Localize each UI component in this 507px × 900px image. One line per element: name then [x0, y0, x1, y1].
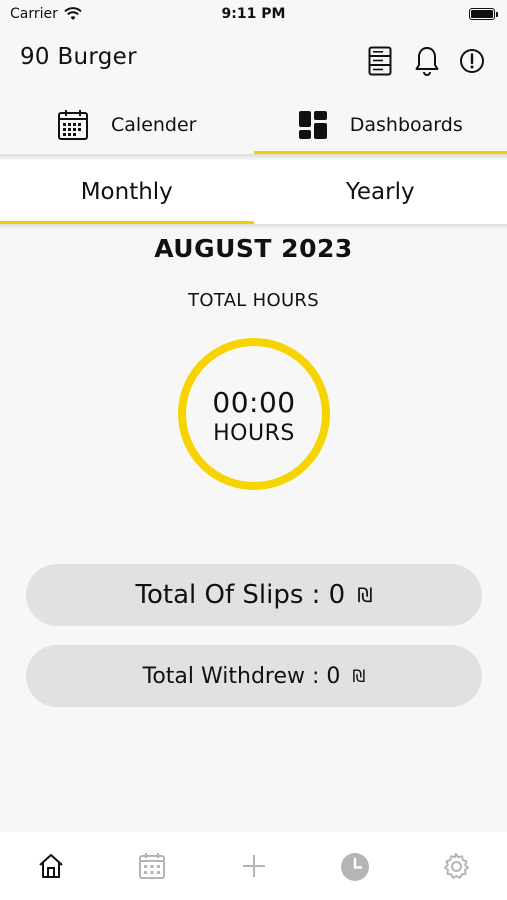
- nav-calendar[interactable]: [101, 832, 202, 900]
- battery-fill: [471, 10, 493, 18]
- hours-ring: 00:00 HOURS: [178, 338, 330, 490]
- tab-monthly[interactable]: Monthly: [0, 160, 254, 224]
- nav-settings[interactable]: [406, 832, 507, 900]
- total-slips-button[interactable]: Total Of Slips : 0 ₪: [26, 564, 482, 626]
- clock-icon: [340, 853, 369, 881]
- settings-icon: [444, 853, 470, 879]
- app-header: 90 Burger: [0, 30, 507, 92]
- status-bar: Carrier 9:11 PM: [0, 0, 507, 30]
- total-withdrew-button[interactable]: Total Withdrew : 0 ₪: [26, 645, 482, 707]
- nav-home[interactable]: [0, 832, 101, 900]
- alert-icon[interactable]: [458, 44, 486, 78]
- shekel-icon: ₪: [352, 666, 366, 686]
- divider: [0, 224, 507, 230]
- tab-dashboards[interactable]: Dashboards: [253, 96, 507, 154]
- shekel-icon: ₪: [357, 583, 373, 607]
- month-title: AUGUST 2023: [154, 234, 353, 263]
- tab-yearly[interactable]: Yearly: [254, 160, 507, 224]
- home-icon: [39, 854, 63, 878]
- status-time: 9:11 PM: [221, 6, 286, 22]
- hours-value: 00:00: [212, 386, 296, 419]
- period-tabs: Monthly Yearly: [0, 160, 507, 224]
- dashboard-icon: [298, 111, 327, 139]
- tab-calender-label: Calender: [111, 114, 197, 136]
- tab-calender[interactable]: Calender: [0, 96, 254, 154]
- total-hours-label: TOTAL HOURS: [188, 290, 319, 311]
- calendar-icon: [58, 110, 88, 140]
- list-icon[interactable]: [366, 44, 394, 78]
- bell-icon[interactable]: [413, 44, 441, 78]
- app-title: 90 Burger: [20, 44, 137, 70]
- battery-icon: [469, 8, 498, 20]
- nav-add[interactable]: [203, 832, 304, 900]
- bottom-nav: [0, 832, 507, 900]
- nav-clock[interactable]: [304, 832, 405, 900]
- plus-icon: [242, 855, 265, 877]
- calendar-icon: [139, 853, 166, 879]
- total-slips-text: Total Of Slips : 0: [135, 580, 346, 610]
- main-tabs: Calender Dashboards: [0, 96, 507, 154]
- total-withdrew-text: Total Withdrew : 0: [142, 663, 341, 689]
- hours-unit: HOURS: [213, 421, 295, 446]
- tab-dashboards-label: Dashboards: [349, 114, 463, 136]
